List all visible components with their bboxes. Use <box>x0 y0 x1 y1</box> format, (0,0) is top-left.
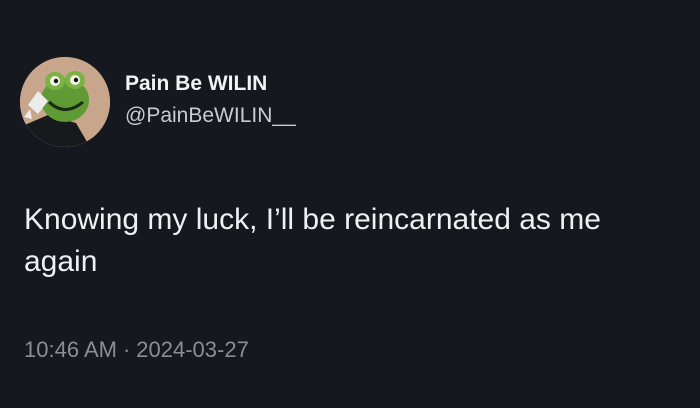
user-handle[interactable]: @PainBeWILIN__ <box>125 104 296 128</box>
user-avatar[interactable] <box>20 57 110 147</box>
tweet-date: 2024-03-27 <box>136 337 249 362</box>
tweet-card: Pain Be WILIN @PainBeWILIN__ Knowing my … <box>0 0 700 408</box>
tweet-text: Knowing my luck, I’ll be reincarnated as… <box>24 203 601 278</box>
display-name[interactable]: Pain Be WILIN <box>125 72 267 96</box>
tweet-timestamp[interactable]: 10:46 AM · 2024-03-27 <box>24 337 249 363</box>
kermit-frog-avatar-icon <box>20 57 110 147</box>
timestamp-separator: · <box>122 337 131 362</box>
tweet-time: 10:46 AM <box>24 337 117 362</box>
